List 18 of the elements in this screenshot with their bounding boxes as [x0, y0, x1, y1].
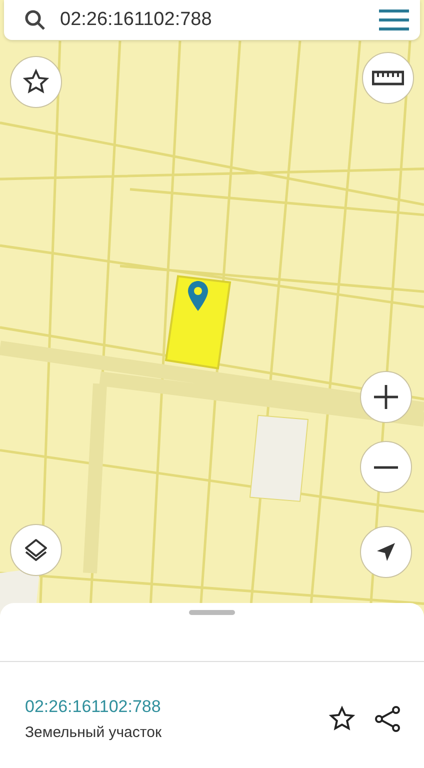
minus-icon	[372, 466, 400, 468]
navigation-arrow-icon	[375, 541, 397, 563]
layers-icon	[22, 536, 50, 564]
map-pin-icon	[187, 280, 209, 312]
favorite-button[interactable]	[328, 705, 356, 733]
cadastral-number: 02:26:161102:788	[25, 696, 162, 718]
menu-icon[interactable]	[378, 9, 410, 31]
star-icon	[328, 705, 356, 733]
plus-icon	[372, 383, 400, 411]
search-icon	[24, 9, 46, 31]
search-bar[interactable]: 02:26:161102:788	[4, 0, 420, 40]
share-icon	[374, 705, 402, 733]
ruler-icon	[372, 70, 404, 86]
search-field[interactable]: 02:26:161102:788	[60, 6, 364, 34]
star-icon	[22, 68, 50, 96]
share-button[interactable]	[374, 705, 402, 733]
parcel-type: Земельный участок	[25, 722, 163, 742]
drag-handle[interactable]	[189, 610, 235, 615]
